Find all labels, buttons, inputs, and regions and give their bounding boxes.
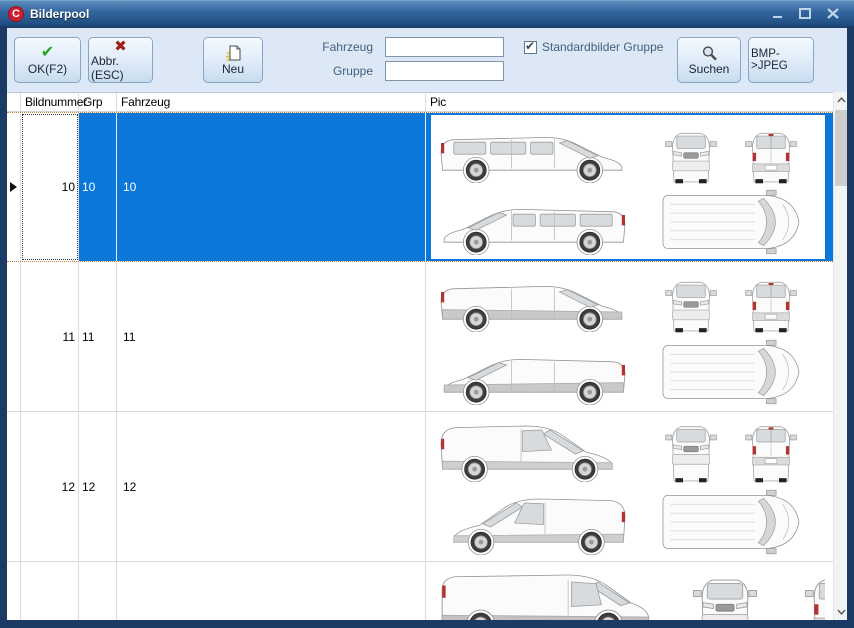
table-row-partial[interactable] (7, 562, 833, 620)
new-button-label: Neu (222, 62, 244, 76)
column-header-grp[interactable]: Grp (79, 93, 117, 111)
maximize-button[interactable] (798, 7, 812, 21)
bildnummer-cell[interactable]: 10 (21, 113, 79, 261)
window-border-left (0, 26, 7, 628)
close-button[interactable] (826, 7, 840, 21)
row-indicator-cell (7, 113, 21, 261)
fahrzeug-cell[interactable]: 11 (117, 262, 426, 411)
bilderpool-window: C Bilderpool ✔ OK(F2) ✖ Abbr.(ESC) (0, 0, 854, 628)
ok-button-label: OK(F2) (28, 62, 67, 76)
fahrzeug-cell[interactable]: 10 (117, 113, 426, 261)
pic-cell[interactable] (426, 412, 833, 561)
scrollbar-thumb[interactable] (835, 110, 847, 186)
window-title: Bilderpool (30, 7, 89, 21)
ok-check-icon: ✔ (41, 44, 54, 62)
pic-cell[interactable] (426, 262, 833, 411)
vehicle-drawing-high-roof-van (431, 414, 825, 559)
table-row[interactable]: 11 11 11 (7, 262, 833, 412)
grp-cell[interactable]: 11 (79, 262, 117, 411)
toolbar: ✔ OK(F2) ✖ Abbr.(ESC) Neu Fahrzeug Grupp… (7, 26, 847, 92)
grp-cell[interactable]: 10 (79, 113, 117, 261)
table-row[interactable]: 12 12 12 (7, 412, 833, 562)
standardbilder-gruppe-checkbox[interactable] (524, 41, 537, 54)
vehicle-drawing-large-van (431, 564, 825, 620)
ok-button[interactable]: ✔ OK(F2) (14, 37, 81, 83)
pic-cell[interactable] (426, 113, 833, 261)
bildnummer-cell[interactable]: 12 (21, 412, 79, 561)
window-controls (770, 7, 846, 21)
new-button[interactable]: Neu (203, 37, 263, 83)
fahrzeug-label: Fahrzeug (307, 40, 373, 54)
titlebar[interactable]: C Bilderpool (0, 0, 854, 26)
vehicle-drawing-minibus (431, 115, 825, 259)
bildnummer-cell[interactable] (21, 562, 79, 620)
window-border-right (847, 26, 854, 628)
column-header-pic[interactable]: Pic (426, 93, 847, 111)
grid-header: Bildnummer Grp Fahrzeug Pic (7, 92, 847, 112)
fahrzeug-cell[interactable] (117, 562, 426, 620)
grp-cell[interactable]: 12 (79, 412, 117, 561)
column-header-bildnummer[interactable]: Bildnummer (21, 93, 79, 111)
new-document-icon (224, 44, 242, 62)
minimize-button[interactable] (770, 7, 784, 21)
app-icon: C (8, 6, 24, 22)
row-indicator-header (7, 93, 21, 111)
row-indicator-cell (7, 412, 21, 561)
bmp-to-jpeg-label: BMP->JPEG (751, 48, 811, 72)
table-row[interactable]: 10 10 10 (7, 112, 833, 262)
search-button[interactable]: Suchen (677, 37, 741, 83)
pic-cell[interactable] (426, 562, 833, 620)
bilderpool-grid: Bildnummer Grp Fahrzeug Pic 10 10 10 11 … (7, 92, 847, 620)
vehicle-drawing-panel-van (431, 264, 825, 409)
window-border-bottom (0, 620, 854, 628)
grid-body: 10 10 10 11 11 11 12 12 12 (7, 112, 833, 620)
standardbilder-gruppe-checkbox-row: Standardbilder Gruppe (524, 40, 663, 54)
cancel-button-label: Abbr.(ESC) (91, 54, 150, 82)
scroll-down-icon[interactable] (834, 604, 848, 620)
cancel-x-icon: ✖ (114, 39, 127, 54)
gruppe-input[interactable] (385, 61, 504, 81)
standardbilder-gruppe-label: Standardbilder Gruppe (542, 40, 663, 54)
scroll-up-icon[interactable] (834, 92, 848, 108)
cancel-button[interactable]: ✖ Abbr.(ESC) (88, 37, 153, 83)
row-indicator-cell (7, 562, 21, 620)
current-row-arrow-icon (10, 182, 17, 192)
fahrzeug-cell[interactable]: 12 (117, 412, 426, 561)
row-indicator-cell (7, 262, 21, 411)
vertical-scrollbar[interactable] (833, 92, 847, 620)
bildnummer-cell[interactable]: 11 (21, 262, 79, 411)
search-magnifier-icon (701, 44, 718, 62)
search-button-label: Suchen (689, 62, 730, 76)
bmp-to-jpeg-button[interactable]: BMP->JPEG (748, 37, 814, 83)
grp-cell[interactable] (79, 562, 117, 620)
gruppe-label: Gruppe (307, 64, 373, 78)
fahrzeug-input[interactable] (385, 37, 504, 57)
column-header-fahrzeug[interactable]: Fahrzeug (117, 93, 426, 111)
